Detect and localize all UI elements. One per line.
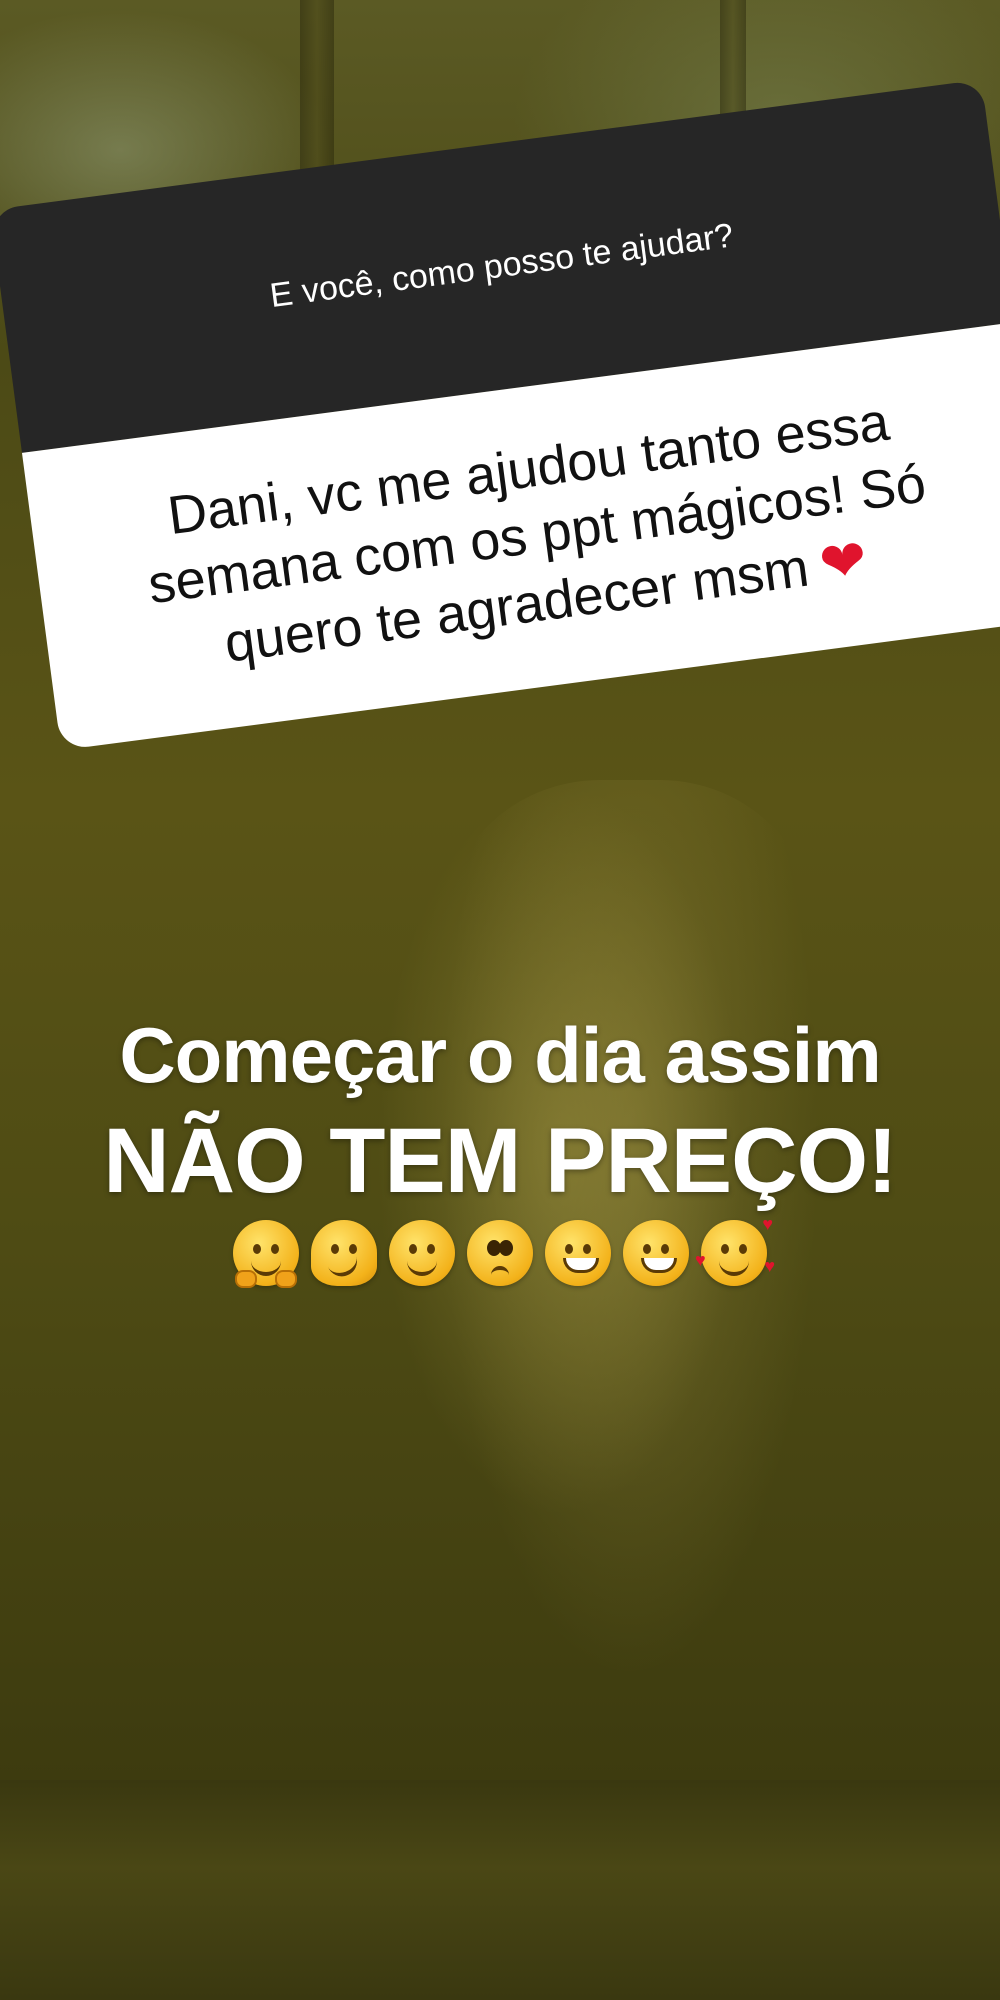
smiling-face-emoji bbox=[389, 1220, 455, 1286]
emoji-row: ♥ ♥ ♥ bbox=[0, 1214, 1000, 1288]
story-canvas: E você, como posso te ajudar? Dani, vc m… bbox=[0, 0, 1000, 2000]
background-reflection bbox=[0, 1780, 1000, 2000]
melting-face-emoji bbox=[311, 1220, 377, 1286]
pleading-face-emoji bbox=[467, 1220, 533, 1286]
smiling-face-with-hearts-emoji: ♥ ♥ ♥ bbox=[695, 1214, 775, 1286]
question-answer-text: Dani, vc me ajudou tanto essa semana com… bbox=[144, 391, 930, 675]
grinning-face-emoji bbox=[623, 1220, 689, 1286]
hugging-face-emoji bbox=[233, 1220, 299, 1288]
caption-line-2: NÃO TEM PREÇO! bbox=[103, 1110, 898, 1212]
caption-line-1: Começar o dia assim bbox=[119, 1011, 881, 1099]
story-caption: Começar o dia assim NÃO TEM PREÇO! bbox=[0, 1010, 1000, 1214]
grinning-face-emoji bbox=[545, 1220, 611, 1286]
heart-emoji: ❤ bbox=[815, 527, 871, 596]
